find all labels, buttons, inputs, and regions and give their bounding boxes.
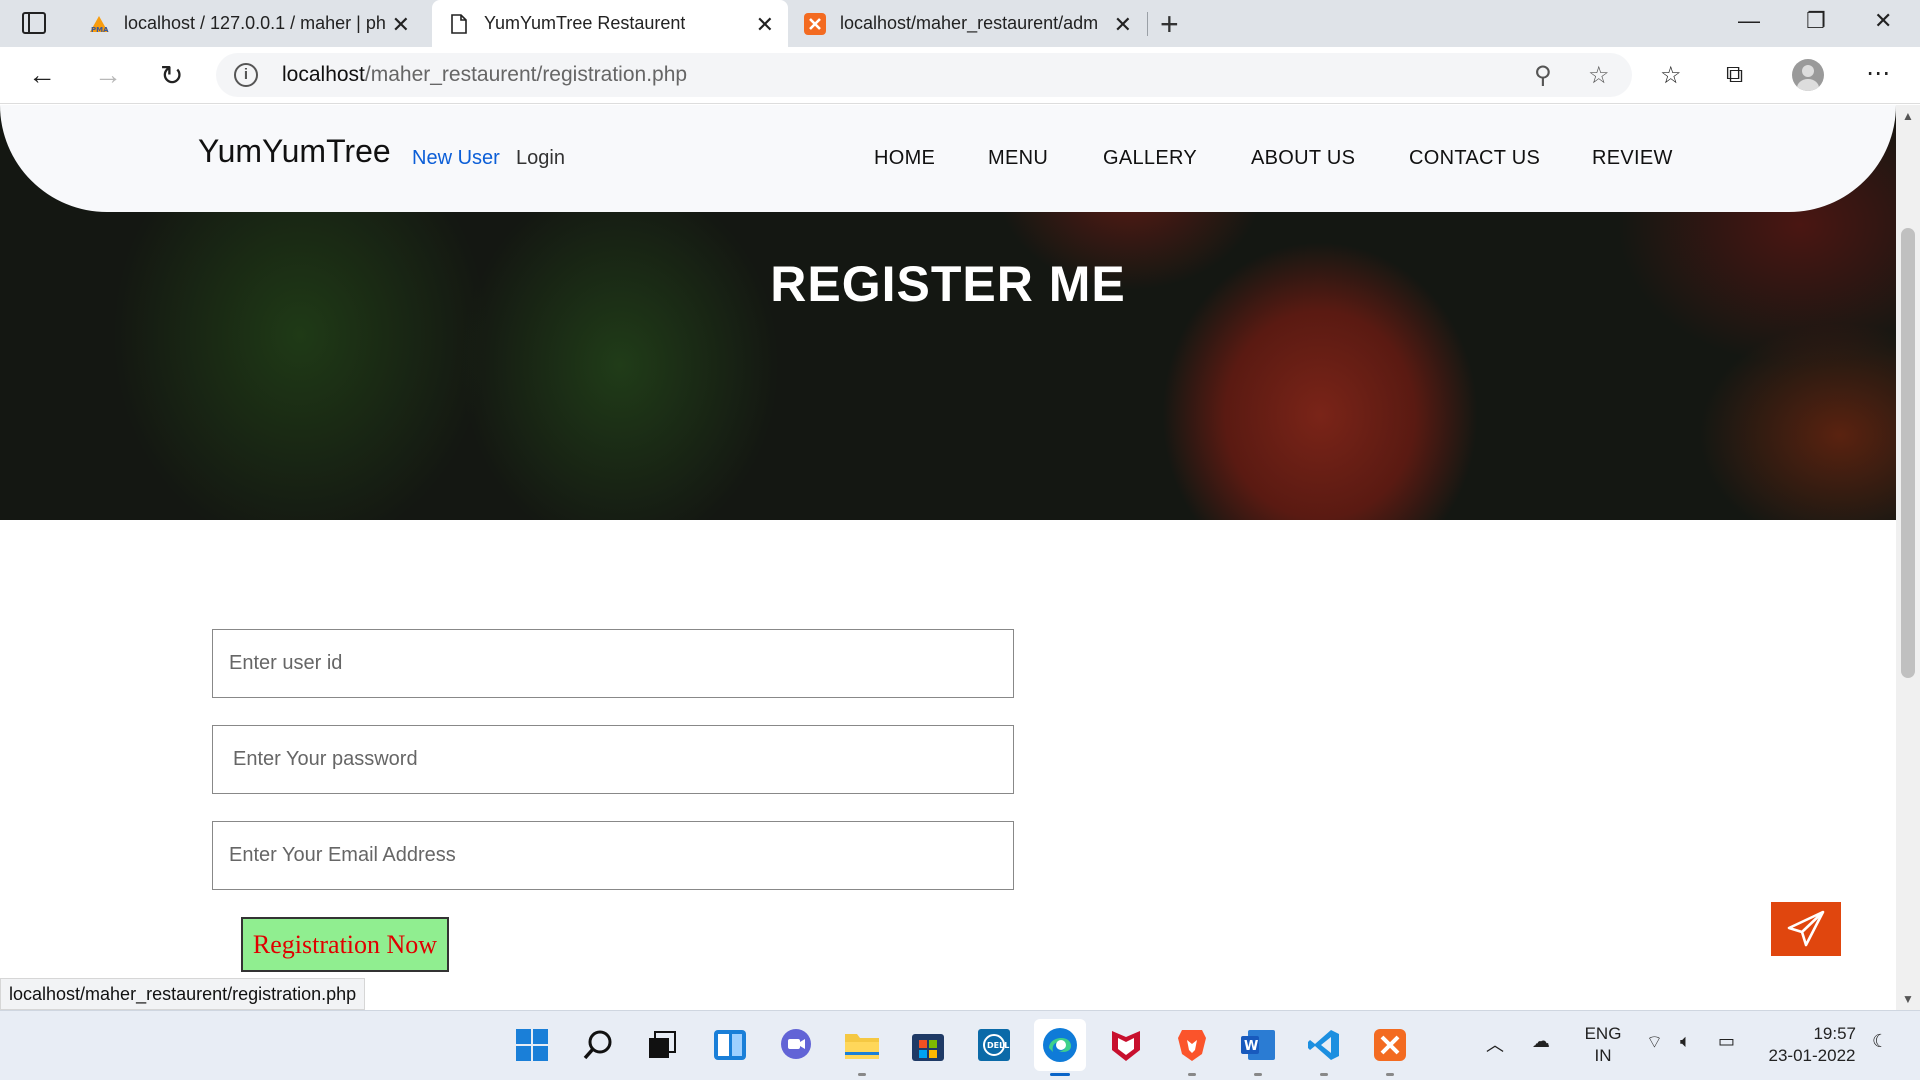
nav-about-us[interactable]: ABOUT US <box>1251 147 1355 170</box>
vscode-icon[interactable] <box>1304 1025 1344 1065</box>
onedrive-icon[interactable]: ☁ <box>1532 1031 1550 1052</box>
dell-icon[interactable]: DELL <box>974 1025 1014 1065</box>
tab-yumyumtree[interactable]: YumYumTree Restaurent ✕ <box>432 0 788 47</box>
close-icon[interactable]: ✕ <box>756 12 774 38</box>
task-view-icon[interactable] <box>642 1025 682 1065</box>
new-tab-icon[interactable]: + <box>1160 6 1179 43</box>
collections-icon[interactable]: ⧉ <box>1726 61 1743 89</box>
page-title: REGISTER ME <box>770 256 1126 312</box>
page-icon <box>448 13 470 35</box>
close-icon[interactable]: ✕ <box>392 12 410 38</box>
url-host: localhost <box>282 63 365 86</box>
scroll-thumb[interactable] <box>1901 228 1915 678</box>
tab-title: localhost / 127.0.0.1 / maher | ph <box>124 13 386 33</box>
focus-assist-icon[interactable]: ☾ <box>1872 1031 1888 1052</box>
site-info-icon[interactable]: i <box>234 63 258 87</box>
password-input[interactable] <box>212 725 1014 794</box>
store-icon[interactable] <box>908 1025 948 1065</box>
page-scrollbar[interactable]: ▲ ▼ <box>1896 105 1920 1010</box>
url-path: /maher_restaurent/registration.php <box>364 63 688 86</box>
svg-text:DELL: DELL <box>987 1041 1009 1050</box>
battery-icon[interactable]: ▭ <box>1718 1031 1735 1052</box>
mcafee-icon[interactable] <box>1106 1025 1146 1065</box>
tab-actions-icon[interactable] <box>22 12 46 34</box>
favorites-icon[interactable]: ☆ <box>1660 61 1682 90</box>
tab-title: localhost/maher_restaurent/adm <box>840 13 1099 33</box>
nav-contact-us[interactable]: CONTACT US <box>1409 147 1540 170</box>
browser-toolbar: ← → ↻ i localhost/maher_restaurent/regis… <box>0 47 1920 104</box>
file-explorer-icon[interactable] <box>842 1025 882 1065</box>
svg-text:PMA: PMA <box>91 26 109 34</box>
user-id-input[interactable] <box>212 629 1014 698</box>
close-window-icon[interactable]: ✕ <box>1874 8 1892 34</box>
new-user-link[interactable]: New User <box>412 147 500 170</box>
xampp-icon[interactable] <box>1370 1025 1410 1065</box>
paper-plane-icon <box>1787 910 1825 947</box>
scroll-down-icon[interactable]: ▼ <box>1902 992 1914 1006</box>
scroll-up-icon[interactable]: ▲ <box>1902 109 1914 123</box>
address-bar[interactable]: i localhost/maher_restaurent/registratio… <box>216 53 1632 97</box>
taskbar: DELL W ︿ ☁ ENG IN ⌔ 🔈︎ ▭ 19:57 23-01-202… <box>0 1010 1920 1080</box>
widgets-icon[interactable] <box>710 1025 750 1065</box>
nav-menu[interactable]: MENU <box>988 147 1048 170</box>
tab-phpmyadmin[interactable]: PMA localhost / 127.0.0.1 / maher | ph ✕ <box>74 0 424 47</box>
word-icon[interactable]: W <box>1238 1025 1278 1065</box>
running-indicator <box>1050 1073 1070 1076</box>
nav-home[interactable]: HOME <box>874 147 935 170</box>
language-code: ENG <box>1584 1024 1622 1043</box>
edge-icon[interactable] <box>1034 1019 1086 1071</box>
wifi-icon[interactable]: ⌔ <box>1646 1031 1663 1054</box>
status-bar-url: localhost/maher_restaurent/registration.… <box>0 978 366 1010</box>
registration-button[interactable]: Registration Now <box>241 917 449 972</box>
login-link[interactable]: Login <box>516 147 565 170</box>
start-icon[interactable] <box>512 1025 552 1065</box>
running-indicator <box>1386 1073 1394 1076</box>
volume-icon[interactable]: 🔈︎ <box>1680 1031 1691 1052</box>
running-indicator <box>1320 1073 1328 1076</box>
running-indicator <box>858 1073 866 1076</box>
brave-icon[interactable] <box>1172 1025 1212 1065</box>
add-favorite-icon[interactable]: ☆ <box>1588 61 1610 90</box>
tab-title: YumYumTree Restaurent <box>484 13 686 33</box>
site-navbar: YumYumTree New User Login HOME MENU GALL… <box>0 105 1896 212</box>
clock[interactable]: 19:57 23-01-2022 <box>1762 1023 1862 1067</box>
tab-admin[interactable]: localhost/maher_restaurent/adm ✕ <box>796 0 1146 47</box>
chevron-up-icon[interactable]: ︿ <box>1486 1031 1504 1057</box>
close-icon[interactable]: ✕ <box>1114 12 1132 38</box>
forward-icon[interactable]: → <box>94 59 122 91</box>
running-indicator <box>1254 1073 1262 1076</box>
refresh-icon[interactable]: ↻ <box>160 59 183 92</box>
tab-strip: PMA localhost / 127.0.0.1 / maher | ph ✕… <box>0 0 1920 47</box>
profile-avatar[interactable] <box>1792 59 1824 91</box>
back-icon[interactable]: ← <box>28 59 56 91</box>
site-brand[interactable]: YumYumTree <box>198 133 391 170</box>
email-input[interactable] <box>212 821 1014 890</box>
more-options-icon[interactable]: ⋯ <box>1866 59 1890 88</box>
send-message-button[interactable] <box>1771 902 1841 956</box>
minimize-icon[interactable]: — <box>1738 8 1760 34</box>
nav-gallery[interactable]: GALLERY <box>1103 147 1197 170</box>
region-code: IN <box>1594 1046 1612 1065</box>
xampp-icon <box>804 12 826 35</box>
tab-separator <box>1147 12 1148 36</box>
nav-review[interactable]: REVIEW <box>1592 147 1673 170</box>
zoom-icon[interactable]: ⚲ <box>1534 61 1552 90</box>
svg-text:W: W <box>1244 1039 1258 1054</box>
language-indicator[interactable]: ENG IN <box>1578 1023 1628 1067</box>
phpmyadmin-icon: PMA <box>88 13 110 35</box>
clock-time: 19:57 <box>1813 1024 1856 1043</box>
search-icon[interactable] <box>578 1025 618 1065</box>
page-viewport: REGISTER ME YumYumTree New User Login HO… <box>0 105 1896 1010</box>
chat-icon[interactable] <box>776 1025 816 1065</box>
clock-date: 23-01-2022 <box>1768 1046 1856 1065</box>
url-text[interactable]: localhost/maher_restaurent/registration.… <box>282 63 687 87</box>
running-indicator <box>1188 1073 1196 1076</box>
restore-icon[interactable]: ❐ <box>1806 8 1826 34</box>
